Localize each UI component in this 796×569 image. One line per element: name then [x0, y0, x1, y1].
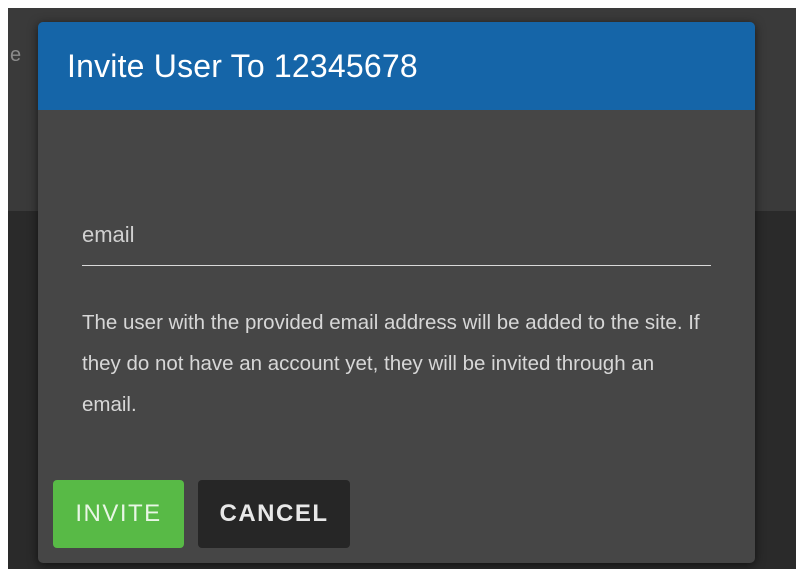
invite-button[interactable]: INVITE: [53, 480, 184, 548]
dialog-body: The user with the provided email address…: [38, 110, 755, 563]
help-text: The user with the provided email address…: [82, 311, 700, 416]
cancel-button[interactable]: CANCEL: [198, 480, 350, 548]
email-field-container: [82, 196, 711, 268]
email-input[interactable]: [82, 196, 711, 266]
dialog-header: Invite User To 12345678: [38, 22, 755, 110]
invite-user-dialog: Invite User To 12345678 The user with th…: [38, 22, 755, 563]
background-partial-text: e: [10, 44, 22, 66]
dialog-actions: INVITE CANCEL: [53, 480, 350, 548]
dialog-title: Invite User To 12345678: [67, 47, 418, 84]
